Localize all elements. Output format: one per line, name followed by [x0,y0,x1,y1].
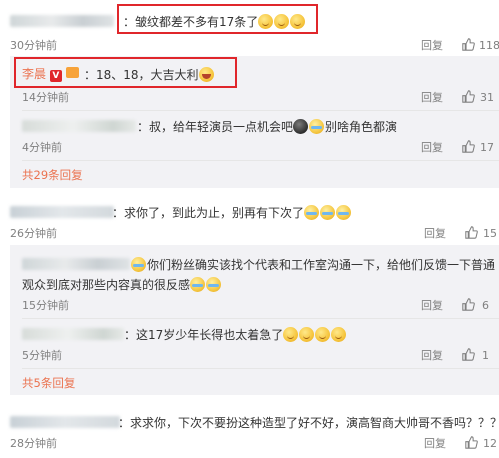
reply-text: ：18、18，大吉大利 [84,67,215,82]
blurred-username [10,206,114,218]
reply-text: ：叔，给年轻演员一点机会吧 别啥角色都演 [137,119,398,134]
blurred-username [22,328,124,340]
blurred-username [22,120,136,132]
thumb-up-icon[interactable] [462,298,475,311]
divider [22,160,499,161]
comment-text: ：皱纹都差不多有17条了 [123,14,306,29]
comment-text: ：求你了，到此为止，别再有下次了 [112,205,352,220]
laugh-cry-emoji-icon [304,205,320,220]
view-more-replies-link[interactable]: 共5条回复 [22,376,75,390]
thumb-up-icon[interactable] [465,436,478,449]
smile-emoji-icon [290,14,306,29]
reply-button[interactable]: 回复 [424,227,446,240]
reply-button[interactable]: 回复 [421,349,443,362]
laugh-cry-emoji-icon [336,205,352,220]
like-count: 31 [480,91,494,104]
like-count: 1 [482,349,489,362]
reply-time: 14分钟前 [22,91,69,104]
reply-text: 你们粉丝确实该找个代表和工作室沟通一下，给他们反馈一下普通 [131,257,495,272]
thumb-up-icon[interactable] [462,348,475,361]
laugh-cry-emoji-icon [309,119,325,134]
thumb-up-icon[interactable] [462,140,475,153]
author-name[interactable]: 李晨 V [22,67,79,82]
comment-time: 26分钟前 [10,227,57,240]
comment-time: 30分钟前 [10,39,57,52]
thumb-up-icon[interactable] [462,38,475,51]
laugh-cry-emoji-icon [131,257,146,272]
v-badge-icon: V [49,70,62,82]
level-badge-icon [65,67,79,78]
comment-time: 28分钟前 [10,437,57,450]
laugh-cry-emoji-icon [320,205,336,220]
smile-emoji-icon [258,14,274,29]
divider [22,110,499,111]
reply-button[interactable]: 回复 [421,299,443,312]
thumb-up-icon[interactable] [462,90,475,103]
divider [22,318,499,319]
reply-time: 5分钟前 [22,349,62,362]
divider [22,368,499,369]
reply-button[interactable]: 回复 [421,141,443,154]
like-count: 12 [483,437,497,450]
like-count: 17 [480,141,494,154]
like-count: 118 [479,39,499,52]
laugh-emoji-icon [198,67,214,82]
like-count: 6 [482,299,489,312]
blurred-username [10,15,114,27]
reply-button[interactable]: 回复 [424,437,446,450]
smile-emoji-icon [315,327,331,342]
blurred-username [10,416,120,428]
laugh-cry-emoji-icon [190,277,206,292]
reply-text: ：这17岁少年长得也太着急了 [124,327,347,342]
comment-text: ：求求你，下次不要扮这种造型了好不好，演高智商大帅哥不香吗？？？ [118,416,499,430]
reply-text-line2: 观众到底对那些内容真的很反感 [22,277,222,292]
reply-time: 4分钟前 [22,141,62,154]
reply-button[interactable]: 回复 [421,91,443,104]
view-more-replies-link[interactable]: 共29条回复 [22,168,83,182]
laugh-cry-emoji-icon [206,277,222,292]
reply-button[interactable]: 回复 [421,39,443,52]
smile-emoji-icon [331,327,347,342]
blurred-username [22,258,130,270]
emoji-icon [293,119,309,134]
thumb-up-icon[interactable] [465,226,478,239]
reply-time: 15分钟前 [22,299,69,312]
smile-emoji-icon [274,14,290,29]
like-count: 15 [483,227,497,240]
smile-emoji-icon [299,327,315,342]
smile-emoji-icon [283,327,299,342]
